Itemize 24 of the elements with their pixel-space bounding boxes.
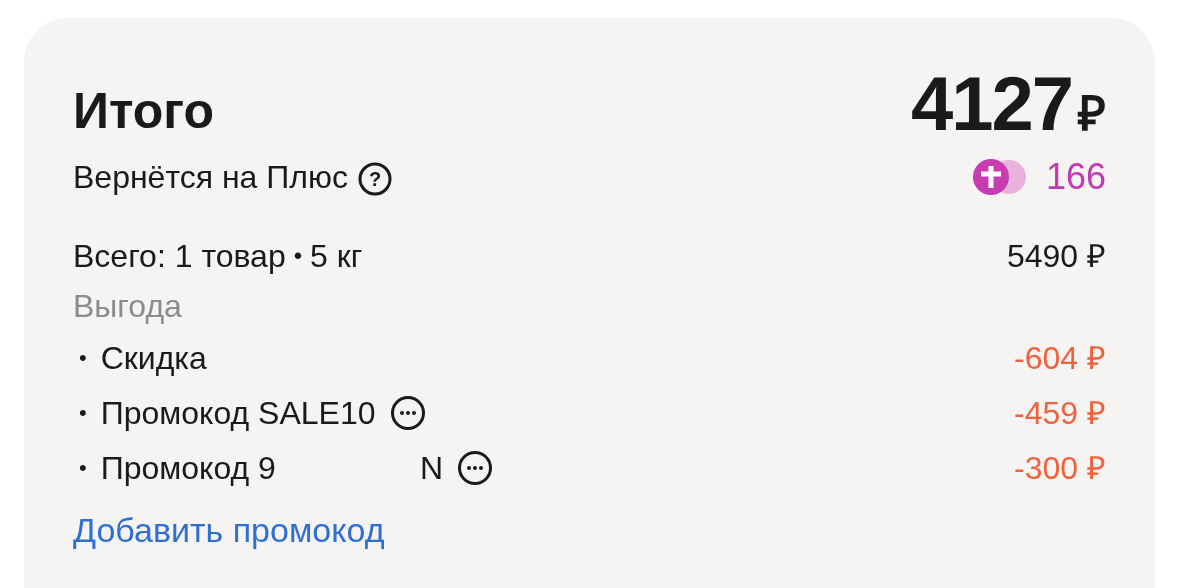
discount-label-end: N — [419, 448, 443, 488]
benefit-heading: Выгода — [73, 288, 182, 324]
discount-label: Промокод 9 — [100, 448, 276, 488]
cashback-amount: 166 — [1045, 155, 1106, 199]
summary-title: Итого — [73, 86, 214, 136]
more-icon[interactable] — [389, 394, 426, 431]
total-price: 4127 — [910, 66, 1072, 142]
bullet: • — [79, 344, 87, 372]
bullet: • — [79, 399, 87, 427]
more-icon[interactable] — [457, 449, 493, 486]
items-weight: 5 кг — [310, 237, 363, 276]
help-icon[interactable]: ? — [357, 162, 392, 196]
items-amount: 5490 ₽ — [1006, 237, 1106, 276]
discount-amount: -300 ₽ — [1014, 448, 1106, 488]
items-count: Всего: 1 товар — [73, 237, 286, 276]
discount-label: Скидка — [100, 338, 207, 378]
discount-label: Промокод SALE10 — [100, 393, 376, 433]
discount-amount: -459 ₽ — [1014, 393, 1106, 433]
discount-amount: -604 ₽ — [1014, 338, 1106, 378]
separator-dot: • — [293, 241, 303, 271]
cashback-label: Вернётся на Плюс — [73, 158, 348, 197]
currency-sign: ₽ — [1078, 90, 1106, 138]
add-promo-link[interactable]: Добавить промокод — [73, 511, 385, 549]
bullet: • — [79, 454, 87, 482]
